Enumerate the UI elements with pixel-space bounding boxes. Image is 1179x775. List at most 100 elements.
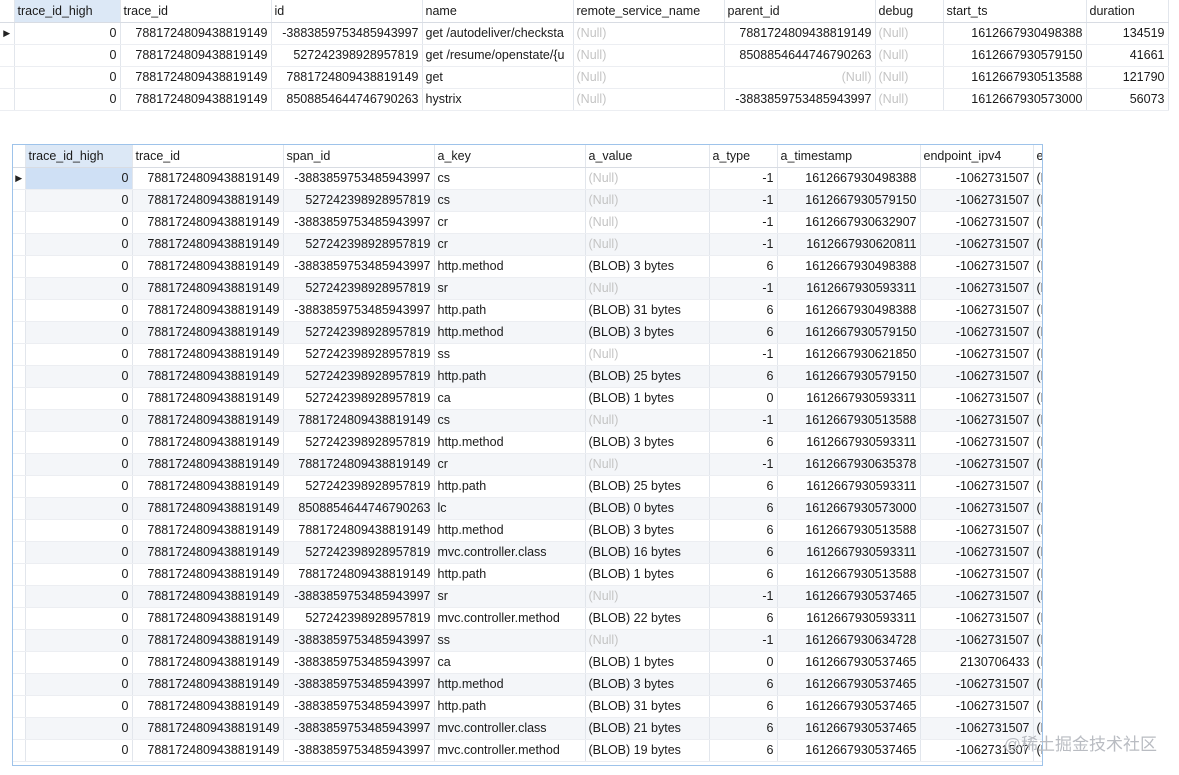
cell-id[interactable]: -3883859753485943997 — [271, 22, 423, 45]
cell-a-timestamp[interactable]: 1612667930498388 — [777, 167, 921, 190]
cell-span-id[interactable]: 527242398928957819 — [283, 321, 435, 344]
column-header-span-id[interactable]: span_id — [283, 145, 435, 168]
row-indicator[interactable] — [13, 519, 26, 542]
cell-trace-id[interactable]: 7881724809438819149 — [132, 673, 284, 696]
cell-trace-id[interactable]: 7881724809438819149 — [132, 585, 284, 608]
row-indicator[interactable] — [0, 44, 15, 67]
table-row[interactable]: 0 7881724809438819149 -3883859753485943997… — [13, 717, 1042, 740]
cell-e[interactable]: (N — [1033, 233, 1042, 256]
cell-a-key[interactable]: http.method — [434, 431, 586, 454]
cell-endpoint-ipv4[interactable]: -1062731507 — [920, 387, 1034, 410]
annotations-result-grid[interactable]: trace_id_high trace_id span_id a_key a_v… — [12, 144, 1043, 766]
column-header-parent-id[interactable]: parent_id — [724, 0, 876, 23]
cell-debug[interactable]: (Null) — [875, 44, 944, 67]
cell-a-key[interactable]: ss — [434, 343, 586, 366]
cell-a-type[interactable]: 6 — [709, 299, 778, 322]
cell-e[interactable]: (N — [1033, 431, 1042, 454]
cell-remote-service-name[interactable]: (Null) — [573, 88, 725, 111]
cell-a-timestamp[interactable]: 1612667930573000 — [777, 497, 921, 520]
cell-debug[interactable]: (Null) — [875, 22, 944, 45]
cell-a-key[interactable]: cr — [434, 233, 586, 256]
cell-a-value[interactable]: (BLOB) 16 bytes — [585, 541, 710, 564]
cell-a-key[interactable]: ss — [434, 629, 586, 652]
row-indicator[interactable] — [13, 651, 26, 674]
table-row[interactable]: 0 7881724809438819149 7881724809438819149 c… — [13, 453, 1042, 476]
cell-span-id[interactable]: 527242398928957819 — [283, 541, 435, 564]
cell-a-type[interactable]: 6 — [709, 673, 778, 696]
cell-id[interactable]: 8508854644746790263 — [271, 88, 423, 111]
table-row[interactable]: 0 7881724809438819149 527242398928957819 cs… — [13, 189, 1042, 212]
cell-a-timestamp[interactable]: 1612667930537465 — [777, 695, 921, 718]
cell-a-key[interactable]: cr — [434, 453, 586, 476]
cell-a-key[interactable]: http.method — [434, 255, 586, 278]
cell-trace-id[interactable]: 7881724809438819149 — [132, 541, 284, 564]
cell-a-timestamp[interactable]: 1612667930620811 — [777, 233, 921, 256]
table-row[interactable]: 0 7881724809438819149 527242398928957819 ca… — [13, 387, 1042, 410]
cell-endpoint-ipv4[interactable]: -1062731507 — [920, 233, 1034, 256]
row-indicator[interactable] — [13, 695, 26, 718]
cell-trace-id-high[interactable]: 0 — [25, 277, 133, 300]
cell-a-value[interactable]: (BLOB) 3 bytes — [585, 321, 710, 344]
cell-a-value[interactable]: (BLOB) 3 bytes — [585, 519, 710, 542]
cell-trace-id-high[interactable]: 0 — [25, 673, 133, 696]
cell-a-type[interactable]: 6 — [709, 541, 778, 564]
column-header-endpoint-ipv4[interactable]: endpoint_ipv4 — [920, 145, 1034, 168]
cell-e[interactable]: (N — [1033, 211, 1042, 234]
cell-trace-id[interactable]: 7881724809438819149 — [132, 563, 284, 586]
cell-a-timestamp[interactable]: 1612667930498388 — [777, 299, 921, 322]
cell-trace-id-high[interactable]: 0 — [25, 519, 133, 542]
cell-a-key[interactable]: sr — [434, 277, 586, 300]
cell-name[interactable]: hystrix — [422, 88, 574, 111]
cell-trace-id-high[interactable]: 0 — [25, 343, 133, 366]
cell-trace-id-high[interactable]: 0 — [25, 431, 133, 454]
cell-a-type[interactable]: -1 — [709, 211, 778, 234]
cell-trace-id-high[interactable]: 0 — [14, 44, 121, 67]
current-row-indicator-icon[interactable]: ▶ — [13, 167, 26, 190]
row-indicator[interactable] — [13, 211, 26, 234]
cell-trace-id[interactable]: 7881724809438819149 — [132, 167, 284, 190]
cell-name[interactable]: get — [422, 66, 574, 89]
column-header-trace-id-high[interactable]: trace_id_high — [25, 145, 133, 168]
cell-span-id[interactable]: 8508854644746790263 — [283, 497, 435, 520]
cell-trace-id-high[interactable]: 0 — [25, 541, 133, 564]
cell-trace-id-high[interactable]: 0 — [14, 66, 121, 89]
cell-endpoint-ipv4[interactable]: -1062731507 — [920, 607, 1034, 630]
cell-trace-id[interactable]: 7881724809438819149 — [132, 255, 284, 278]
row-indicator[interactable] — [13, 673, 26, 696]
cell-duration[interactable]: 41661 — [1086, 44, 1169, 67]
cell-a-type[interactable]: -1 — [709, 343, 778, 366]
column-header-start-ts[interactable]: start_ts — [943, 0, 1087, 23]
cell-trace-id[interactable]: 7881724809438819149 — [132, 695, 284, 718]
cell-trace-id[interactable]: 7881724809438819149 — [132, 453, 284, 476]
cell-endpoint-ipv4[interactable]: -1062731507 — [920, 695, 1034, 718]
row-indicator[interactable] — [13, 585, 26, 608]
cell-duration[interactable]: 56073 — [1086, 88, 1169, 111]
cell-e[interactable]: (N — [1033, 189, 1042, 212]
row-indicator[interactable] — [13, 299, 26, 322]
cell-e[interactable]: (N — [1033, 629, 1042, 652]
cell-duration[interactable]: 134519 — [1086, 22, 1169, 45]
cell-endpoint-ipv4[interactable]: -1062731507 — [920, 497, 1034, 520]
cell-a-timestamp[interactable]: 1612667930513588 — [777, 519, 921, 542]
cell-a-timestamp[interactable]: 1612667930537465 — [777, 717, 921, 740]
cell-trace-id[interactable]: 7881724809438819149 — [132, 431, 284, 454]
cell-a-type[interactable]: 6 — [709, 497, 778, 520]
cell-e[interactable]: (N — [1033, 651, 1042, 674]
cell-trace-id-high[interactable]: 0 — [25, 629, 133, 652]
cell-span-id[interactable]: -3883859753485943997 — [283, 211, 435, 234]
column-header-endpoint-truncated[interactable]: e — [1033, 145, 1042, 168]
cell-span-id[interactable]: -3883859753485943997 — [283, 673, 435, 696]
cell-e[interactable]: (N — [1033, 167, 1042, 190]
column-header-trace-id[interactable]: trace_id — [132, 145, 284, 168]
cell-trace-id[interactable]: 7881724809438819149 — [132, 233, 284, 256]
cell-a-value[interactable]: (Null) — [585, 409, 710, 432]
cell-a-type[interactable]: 6 — [709, 717, 778, 740]
column-header-trace-id[interactable]: trace_id — [120, 0, 272, 23]
cell-a-timestamp[interactable]: 1612667930621850 — [777, 343, 921, 366]
cell-endpoint-ipv4[interactable]: -1062731507 — [920, 541, 1034, 564]
cell-a-key[interactable]: cr — [434, 211, 586, 234]
cell-a-value[interactable]: (Null) — [585, 585, 710, 608]
cell-a-key[interactable]: http.path — [434, 563, 586, 586]
table-row[interactable]: 0 7881724809438819149 527242398928957819 ss… — [13, 343, 1042, 366]
cell-parent-id[interactable]: (Null) — [724, 66, 876, 89]
